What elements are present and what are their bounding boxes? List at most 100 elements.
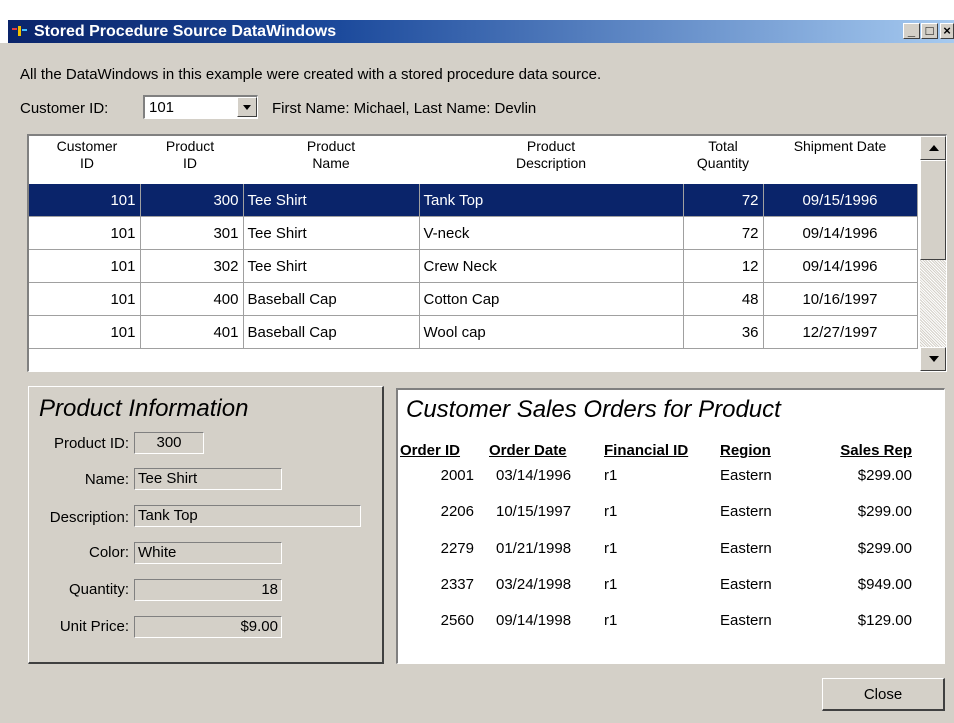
cell-quantity: 72	[683, 216, 764, 250]
region-cell: Eastern	[720, 576, 772, 593]
cell-product-id: 400	[140, 282, 244, 316]
header-line: Shipment Date	[793, 138, 887, 154]
title-bar[interactable]: Stored Procedure Source DataWindows _ □ …	[8, 20, 954, 43]
col-header-order-id: Order ID	[400, 442, 461, 459]
grid-rows: 101 300 Tee Shirt Tank Top 72 09/15/1996…	[29, 184, 918, 349]
sales-rep-cell: $299.00	[857, 540, 912, 557]
order-id-cell: 2001	[440, 467, 474, 484]
col-header-description: Product Description	[419, 138, 683, 172]
cell-date: 09/14/1996	[763, 249, 918, 283]
main-window: Stored Procedure Source DataWindows _ □ …	[0, 0, 954, 723]
region-cell: Eastern	[720, 467, 772, 484]
financial-id-cell: r1	[604, 467, 618, 484]
cell-quantity: 72	[683, 184, 764, 217]
scroll-down-icon[interactable]	[920, 347, 946, 371]
vertical-scrollbar[interactable]	[920, 136, 946, 371]
name-label: Name:	[84, 471, 129, 488]
maximize-button[interactable]: □	[921, 23, 938, 39]
cell-product-id: 401	[140, 315, 244, 349]
cell-description: Crew Neck	[419, 249, 684, 283]
product-id-field: 300	[134, 432, 204, 454]
table-row[interactable]: 101 400 Baseball Cap Cotton Cap 48 10/16…	[29, 282, 918, 316]
customer-id-dropdown[interactable]: 101	[143, 95, 258, 119]
products-grid[interactable]: Customer ID Product ID Product Name Prod…	[27, 134, 947, 372]
header-line: ID	[183, 155, 197, 171]
minimize-button[interactable]: _	[903, 23, 920, 39]
cell-product-name: Baseball Cap	[243, 282, 420, 316]
cell-customer-id: 101	[29, 282, 141, 316]
cell-date: 09/15/1996	[763, 184, 918, 217]
header-line: Product	[306, 138, 356, 154]
cell-description: Wool cap	[419, 315, 684, 349]
col-header-product-id: Product ID	[140, 138, 240, 172]
customer-name-text: First Name: Michael, Last Name: Devlin	[272, 100, 537, 117]
unit-price-field: $9.00	[134, 616, 282, 638]
header-line: Description	[515, 155, 587, 171]
region-cell: Eastern	[720, 503, 772, 520]
order-id-cell: 2279	[440, 540, 474, 557]
cell-customer-id: 101	[29, 315, 141, 349]
col-header-quantity: Total Quantity	[683, 138, 763, 172]
customer-id-label: Customer ID:	[20, 100, 109, 117]
col-header-customer-id: Customer ID	[37, 138, 137, 172]
order-date-cell: 03/14/1996	[496, 467, 572, 484]
sales-orders-panel: Customer Sales Orders for Product Order …	[396, 388, 945, 664]
header-line: Total	[708, 138, 738, 154]
cell-description: V-neck	[419, 216, 684, 250]
customer-id-value: 101	[149, 99, 175, 116]
product-id-label: Product ID:	[53, 435, 129, 452]
chevron-down-icon[interactable]	[237, 97, 257, 117]
product-information-panel: Product Information Product ID: 300 Name…	[28, 386, 384, 664]
order-date-cell: 01/21/1998	[496, 540, 572, 557]
order-id-cell: 2206	[440, 503, 474, 520]
financial-id-cell: r1	[604, 612, 618, 629]
close-button[interactable]: Close	[822, 678, 945, 711]
cell-customer-id: 101	[29, 216, 141, 250]
scroll-thumb[interactable]	[920, 160, 946, 260]
product-info-title: Product Information	[39, 395, 249, 422]
table-row-selected[interactable]: 101 300 Tee Shirt Tank Top 72 09/15/1996	[29, 184, 918, 217]
sales-rep-cell: $949.00	[857, 576, 912, 593]
header-line: ID	[80, 155, 94, 171]
cell-customer-id: 101	[29, 249, 141, 283]
description-field: Tank Top	[134, 505, 361, 527]
sales-orders-title: Customer Sales Orders for Product	[406, 396, 781, 423]
table-row[interactable]: 101 302 Tee Shirt Crew Neck 12 09/14/199…	[29, 249, 918, 283]
header-line: Product	[526, 138, 576, 154]
unit-price-label: Unit Price:	[59, 618, 129, 635]
order-id-cell: 2560	[440, 612, 474, 629]
cell-description: Tank Top	[419, 184, 684, 217]
cell-product-id: 300	[140, 184, 244, 217]
scroll-up-icon[interactable]	[920, 136, 946, 160]
cell-description: Cotton Cap	[419, 282, 684, 316]
region-cell: Eastern	[720, 540, 772, 557]
col-header-sales-rep: Sales Rep	[840, 442, 912, 459]
color-field: White	[134, 542, 282, 564]
title-bar-area: Stored Procedure Source DataWindows _ □ …	[0, 0, 954, 43]
color-label: Color:	[88, 544, 129, 561]
intro-text: All the DataWindows in this example were…	[20, 66, 602, 83]
cell-product-name: Tee Shirt	[243, 184, 420, 217]
cell-product-name: Tee Shirt	[243, 216, 420, 250]
sales-rep-cell: $299.00	[857, 467, 912, 484]
sales-rep-cell: $129.00	[857, 612, 912, 629]
financial-id-cell: r1	[604, 576, 618, 593]
table-row[interactable]: 101 301 Tee Shirt V-neck 72 09/14/1996	[29, 216, 918, 250]
cell-product-id: 301	[140, 216, 244, 250]
header-line: Name	[312, 155, 350, 171]
order-id-cell: 2337	[440, 576, 474, 593]
close-window-button[interactable]: ×	[940, 23, 954, 39]
name-field: Tee Shirt	[134, 468, 282, 490]
cell-date: 09/14/1996	[763, 216, 918, 250]
header-line: Product	[165, 138, 215, 154]
cell-quantity: 48	[683, 282, 764, 316]
col-header-region: Region	[720, 442, 771, 459]
col-header-shipment-date: Shipment Date	[763, 138, 917, 155]
sales-rep-cell: $299.00	[857, 503, 912, 520]
cell-product-name: Tee Shirt	[243, 249, 420, 283]
table-row[interactable]: 101 401 Baseball Cap Wool cap 36 12/27/1…	[29, 315, 918, 349]
financial-id-cell: r1	[604, 503, 618, 520]
order-date-cell: 03/24/1998	[496, 576, 572, 593]
window-title: Stored Procedure Source DataWindows	[34, 23, 337, 40]
cell-date: 10/16/1997	[763, 282, 918, 316]
